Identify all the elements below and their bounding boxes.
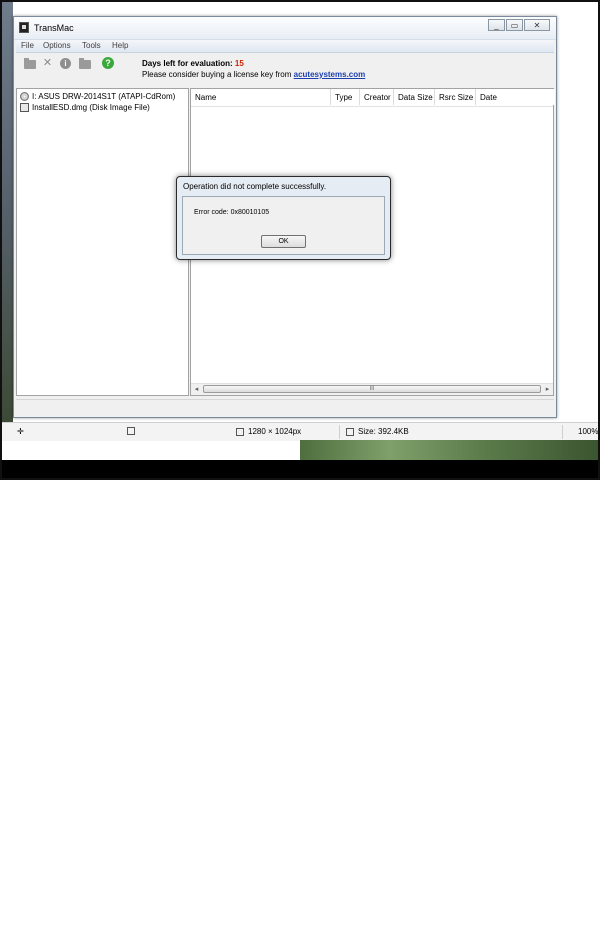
status-separator bbox=[562, 425, 563, 439]
horizontal-scrollbar[interactable]: ◂ III ▸ bbox=[191, 383, 553, 395]
dialog-body: Error code: 0x80010105 OK bbox=[182, 196, 385, 255]
menu-file[interactable]: File bbox=[21, 41, 34, 50]
file-size-icon bbox=[346, 427, 354, 436]
error-message: Error code: 0x80010105 bbox=[194, 209, 270, 216]
scroll-thumb[interactable]: III bbox=[203, 385, 541, 393]
license-text: Please consider buying a license key fro… bbox=[142, 70, 294, 79]
minimize-button[interactable]: _ bbox=[488, 19, 505, 31]
error-dialog: Operation did not complete successfully.… bbox=[176, 176, 391, 260]
cd-drive-icon bbox=[20, 91, 29, 101]
dialog-title: Operation did not complete successfully. bbox=[183, 182, 327, 191]
column-header-name[interactable]: Name bbox=[191, 89, 331, 105]
tree-item-label: InstallESD.dmg (Disk Image File) bbox=[32, 102, 150, 112]
desktop-background-left bbox=[2, 2, 13, 422]
viewer-status-bar: ✛ 1280 × 1024px Size: 392.4KB 100% bbox=[2, 422, 598, 441]
move-tool-icon[interactable]: ✛ bbox=[17, 427, 24, 436]
delete-icon[interactable]: ✕ bbox=[42, 58, 53, 69]
info-icon[interactable]: i bbox=[60, 58, 71, 69]
evaluation-days-label: Days left for evaluation: bbox=[142, 59, 235, 68]
window-controls: _ ▭ ✕ bbox=[487, 19, 550, 31]
menu-bar: File Options Tools Help bbox=[16, 40, 554, 53]
open-folder-icon[interactable] bbox=[24, 58, 36, 69]
column-header-creator[interactable]: Creator bbox=[360, 89, 394, 105]
ok-button[interactable]: OK bbox=[261, 235, 306, 248]
license-notice: Please consider buying a license key fro… bbox=[142, 70, 365, 79]
menu-help[interactable]: Help bbox=[112, 41, 128, 50]
window-title: TransMac bbox=[34, 23, 74, 33]
evaluation-notice: Days left for evaluation: 15 bbox=[142, 59, 244, 68]
close-button[interactable]: ✕ bbox=[524, 19, 550, 31]
help-icon[interactable]: ? bbox=[102, 57, 114, 69]
app-icon bbox=[19, 22, 29, 33]
menu-options[interactable]: Options bbox=[43, 41, 71, 50]
column-header-rsrc-size[interactable]: Rsrc Size bbox=[435, 89, 476, 105]
desktop-wallpaper-strip bbox=[300, 440, 598, 460]
column-header-date[interactable]: Date bbox=[476, 89, 555, 105]
dimensions-icon bbox=[236, 427, 244, 436]
file-list-header: Name Type Creator Data Size Rsrc Size Da… bbox=[191, 89, 555, 107]
menu-tools[interactable]: Tools bbox=[82, 41, 101, 50]
folder-icon[interactable] bbox=[79, 58, 91, 69]
disk-image-icon bbox=[20, 102, 29, 112]
dimensions-text: 1280 × 1024px bbox=[248, 427, 302, 436]
status-separator bbox=[339, 425, 340, 439]
maximize-button[interactable]: ▭ bbox=[506, 19, 523, 31]
evaluation-days-value: 15 bbox=[234, 59, 244, 68]
tree-item-disk-image[interactable]: InstallESD.dmg (Disk Image File) bbox=[20, 102, 150, 112]
file-size-text: Size: 392.4KB bbox=[358, 427, 409, 436]
watermark-text: [857x659] http://upic.me/ bbox=[426, 922, 592, 935]
select-tool-icon[interactable] bbox=[127, 427, 139, 435]
file-size: Size: 392.4KB bbox=[346, 427, 409, 436]
window-status-strip bbox=[16, 399, 554, 414]
title-bar[interactable]: TransMac _ ▭ ✕ bbox=[14, 17, 556, 40]
column-header-type[interactable]: Type bbox=[331, 89, 360, 105]
tree-item-label: I: ASUS DRW-2014S1T (ATAPI-CdRom) bbox=[32, 91, 176, 101]
zoom-level: 100% bbox=[578, 427, 599, 436]
license-link[interactable]: acutesystems.com bbox=[294, 70, 366, 79]
tree-item-cd-drive[interactable]: I: ASUS DRW-2014S1T (ATAPI-CdRom) bbox=[20, 91, 175, 101]
select-tool-glyph bbox=[127, 427, 135, 435]
scroll-left-button[interactable]: ◂ bbox=[191, 384, 202, 395]
column-header-data-size[interactable]: Data Size bbox=[394, 89, 435, 105]
watermark-bar: [857x659] http://upic.me/ bbox=[2, 460, 598, 935]
drive-tree-pane[interactable]: I: ASUS DRW-2014S1T (ATAPI-CdRom) Instal… bbox=[16, 88, 189, 396]
desktop-background-right bbox=[558, 2, 598, 422]
image-dimensions: 1280 × 1024px bbox=[236, 427, 301, 436]
scroll-right-button[interactable]: ▸ bbox=[542, 384, 553, 395]
